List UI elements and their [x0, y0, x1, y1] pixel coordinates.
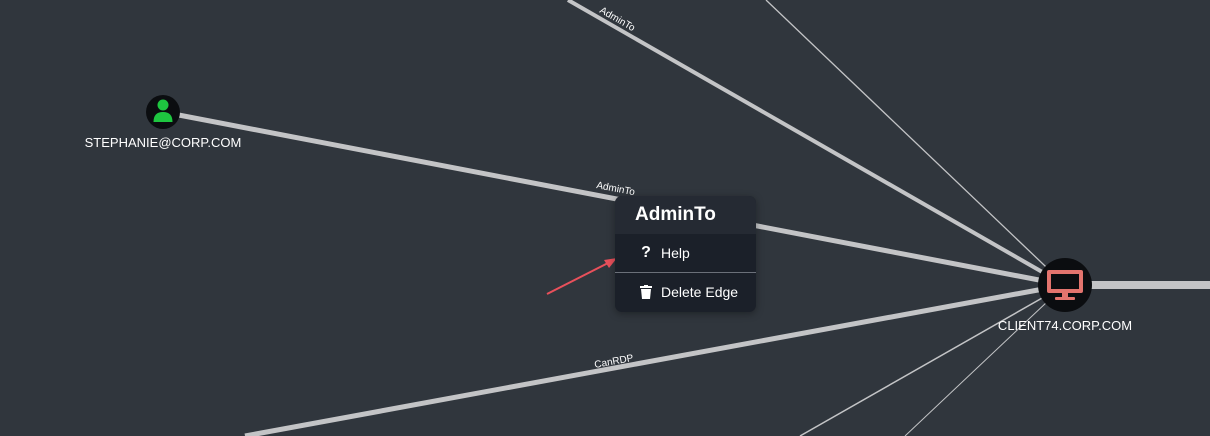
annotation-arrow [546, 258, 617, 295]
delete-edge-menu-item[interactable]: Delete Edge [615, 273, 756, 311]
context-menu-title: AdminTo [615, 196, 756, 234]
computer-node[interactable] [1038, 258, 1092, 312]
trash-icon [639, 284, 653, 300]
graph-canvas[interactable]: AdminTo AdminTo CanRDP [0, 0, 1210, 436]
computer-node-label: CLIENT74.CORP.COM [997, 318, 1133, 333]
user-node-label: STEPHANIE@CORP.COM [84, 135, 242, 150]
help-menu-item[interactable]: ? Help [615, 234, 756, 272]
edge-top-thin[interactable] [765, 0, 1066, 286]
user-node[interactable] [146, 95, 180, 129]
edge-context-menu: AdminTo ? Help Delete Edge [615, 196, 756, 312]
help-label: Help [661, 245, 690, 261]
delete-edge-label: Delete Edge [661, 284, 739, 300]
question-icon: ? [641, 244, 651, 261]
